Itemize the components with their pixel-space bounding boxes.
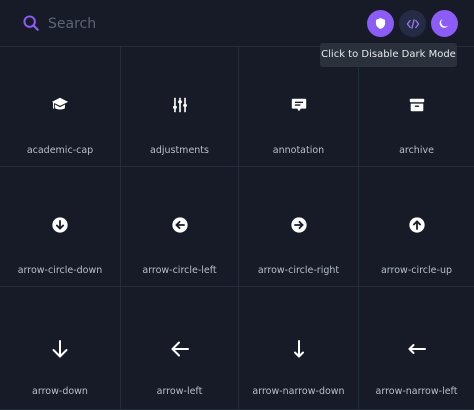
icon-card-arrow-left[interactable]: arrow-left <box>121 287 239 410</box>
icon-label: arrow-down <box>32 386 88 397</box>
moon-icon <box>439 18 449 28</box>
icon-label: adjustments <box>150 145 209 156</box>
icon-label: arrow-circle-right <box>257 265 340 276</box>
code-button[interactable] <box>399 10 426 37</box>
icon-label: archive <box>399 145 434 156</box>
arrow-circle-down-icon <box>52 217 68 233</box>
icon-card-arrow-circle-down[interactable]: arrow-circle-down <box>0 167 121 287</box>
arrow-circle-up-icon <box>408 217 425 233</box>
icon-card-arrow-narrow-down[interactable]: arrow-narrow-down <box>239 287 359 410</box>
archive-icon <box>409 98 424 112</box>
icon-card-arrow-narrow-left[interactable]: arrow-narrow-left <box>359 287 474 410</box>
dark-mode-tooltip: Click to Disable Dark Mode <box>320 43 457 67</box>
icon-card-academic-cap[interactable]: academic-cap <box>0 47 121 167</box>
icon-label: arrow-circle-left <box>142 265 217 276</box>
icon-label: arrow-narrow-left <box>375 386 458 397</box>
icon-card-arrow-down[interactable]: arrow-down <box>0 287 121 410</box>
icon-grid: academic-cap adjustments annotation arch… <box>0 47 474 410</box>
code-icon <box>406 18 419 29</box>
icon-card-arrow-circle-left[interactable]: arrow-circle-left <box>121 167 239 287</box>
arrow-circle-left-icon <box>171 217 188 233</box>
annotation-icon <box>291 98 306 112</box>
header <box>0 0 474 47</box>
shield-icon <box>375 17 386 30</box>
arrow-narrow-left-icon <box>408 344 426 354</box>
search-input[interactable] <box>48 12 348 36</box>
arrow-left-icon <box>171 341 189 357</box>
academic-cap-icon <box>51 97 69 110</box>
icon-card-arrow-circle-up[interactable]: arrow-circle-up <box>359 167 474 287</box>
arrow-circle-right-icon <box>290 217 307 233</box>
search-icon[interactable] <box>22 14 40 32</box>
icon-label: academic-cap <box>26 145 94 156</box>
icon-label: arrow-left <box>156 386 203 397</box>
icon-label: arrow-narrow-down <box>252 386 345 397</box>
arrow-narrow-down-icon <box>293 340 304 358</box>
icon-card-arrow-circle-right[interactable]: arrow-circle-right <box>239 167 359 287</box>
adjustments-icon <box>172 97 187 113</box>
icon-card-adjustments[interactable]: adjustments <box>121 47 239 167</box>
dark-mode-toggle-button[interactable] <box>431 10 458 37</box>
shield-button[interactable] <box>367 10 394 37</box>
arrow-down-icon <box>52 340 68 358</box>
icon-label: arrow-circle-up <box>380 265 452 276</box>
icon-label: annotation <box>272 145 325 156</box>
icon-label: arrow-circle-down <box>17 265 103 276</box>
app: Click to Disable Dark Mode academic-cap <box>0 0 474 410</box>
